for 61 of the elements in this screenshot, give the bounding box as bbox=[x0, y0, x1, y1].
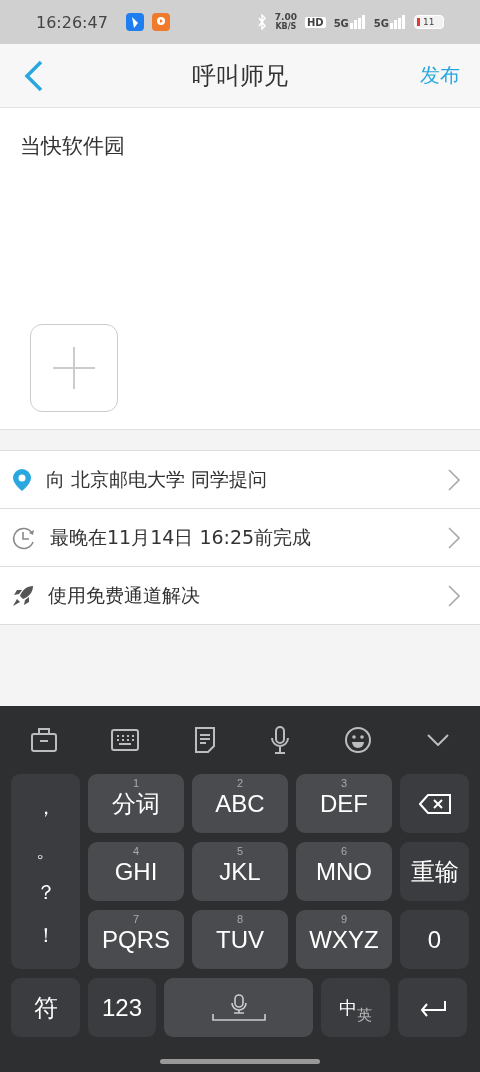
key[interactable]: 9 WXYZ bbox=[296, 910, 392, 969]
document-icon[interactable] bbox=[193, 727, 216, 753]
key[interactable]: 4 GHI bbox=[88, 842, 184, 901]
option-row[interactable]: 使用免费通道解决 bbox=[0, 567, 480, 625]
key[interactable]: 6 MNO bbox=[296, 842, 392, 901]
space-microphone-icon[interactable] bbox=[211, 993, 266, 1022]
network-type: 5G bbox=[373, 18, 389, 29]
key-number: 9 bbox=[340, 913, 348, 925]
key-number: 3 bbox=[340, 777, 348, 789]
key[interactable]: 5 JKL bbox=[192, 842, 288, 901]
emoji-icon[interactable] bbox=[344, 726, 373, 754]
backspace-icon[interactable] bbox=[418, 793, 451, 814]
key[interactable]: 123 bbox=[88, 978, 156, 1037]
key[interactable]: 2 ABC bbox=[192, 774, 288, 833]
key-number: 6 bbox=[340, 845, 348, 857]
location-pin-icon bbox=[12, 467, 32, 492]
keyboard-icon[interactable] bbox=[111, 729, 140, 751]
key-number: 8 bbox=[236, 913, 244, 925]
rocket-icon bbox=[12, 584, 34, 607]
key[interactable]: 1 分词 bbox=[88, 774, 184, 833]
key[interactable]: 重输 bbox=[400, 842, 469, 901]
key[interactable]: 7 PQRS bbox=[88, 910, 184, 969]
option-label: 向 北京邮电大学 同学提问 bbox=[46, 466, 269, 492]
option-row[interactable]: 最晚在11月14日 16:25前完成 bbox=[0, 509, 480, 567]
key[interactable]: 符 bbox=[11, 978, 80, 1037]
status-time: 16:26:47 bbox=[36, 12, 108, 32]
hd-badge: HD bbox=[305, 16, 326, 28]
microphone-icon[interactable] bbox=[270, 726, 291, 754]
network-speed: 7.00 KB/S bbox=[274, 13, 297, 31]
option-label: 使用免费通道解决 bbox=[48, 582, 201, 608]
punctuation-key[interactable]: ， bbox=[25, 793, 66, 821]
key[interactable]: 8 TUV bbox=[192, 910, 288, 969]
app-icon bbox=[151, 13, 170, 31]
chevron-right-icon bbox=[448, 468, 460, 491]
briefcase-icon[interactable] bbox=[31, 728, 58, 752]
battery-indicator: 11 bbox=[414, 15, 444, 29]
key[interactable]: 0 bbox=[400, 910, 469, 969]
chevron-right-icon bbox=[448, 584, 460, 607]
punctuation-key[interactable]: ？ bbox=[25, 879, 66, 907]
app-icon bbox=[125, 13, 144, 31]
chevron-down-icon[interactable] bbox=[426, 734, 449, 746]
punctuation-key[interactable]: ！ bbox=[25, 922, 66, 950]
page-title: 呼叫师兄 bbox=[192, 61, 288, 90]
key-number: 2 bbox=[236, 777, 244, 789]
chevron-right-icon bbox=[448, 526, 460, 549]
key-number: 7 bbox=[132, 913, 140, 925]
clock-icon bbox=[12, 525, 36, 550]
post-text[interactable]: 当快软件园 bbox=[20, 132, 125, 160]
option-row[interactable]: 向 北京邮电大学 同学提问 bbox=[0, 451, 480, 509]
key-number: 4 bbox=[132, 845, 140, 857]
punctuation-key[interactable]: 。 bbox=[25, 836, 66, 864]
network-type: 5G bbox=[333, 18, 349, 29]
bluetooth-icon bbox=[256, 14, 267, 30]
key-number: 5 bbox=[236, 845, 244, 857]
option-label: 最晚在11月14日 16:25前完成 bbox=[50, 524, 313, 550]
plus-icon bbox=[53, 347, 95, 389]
key-number: 1 bbox=[132, 777, 140, 789]
signal-icon bbox=[349, 15, 366, 29]
enter-icon[interactable] bbox=[418, 998, 447, 1017]
signal-icon bbox=[390, 15, 406, 29]
key[interactable]: 3 DEF bbox=[296, 774, 392, 833]
